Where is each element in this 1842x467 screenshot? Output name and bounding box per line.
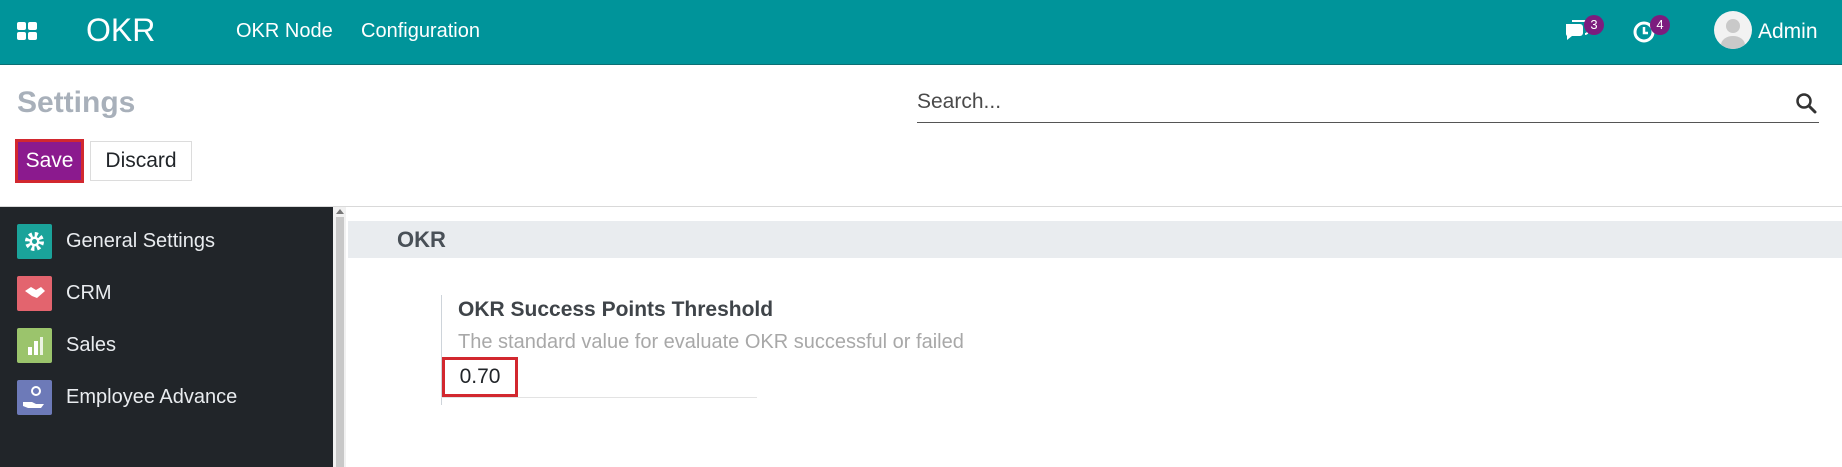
menu-configuration[interactable]: Configuration [361, 20, 480, 43]
sidebar-item-general-settings[interactable]: General Settings [0, 216, 333, 268]
top-navbar: OKR OKR Node Configuration 3 4 Admin [0, 0, 1842, 65]
app-brand[interactable]: OKR [86, 12, 155, 49]
sales-chart-icon [17, 328, 52, 363]
search-input[interactable] [917, 88, 1767, 116]
user-name[interactable]: Admin [1758, 20, 1818, 44]
menu-okr-node[interactable]: OKR Node [236, 20, 333, 43]
setting-description: The standard value for evaluate OKR succ… [458, 331, 964, 353]
sidebar-item-label: CRM [66, 282, 112, 304]
search-icon[interactable] [1795, 92, 1817, 114]
setting-title: OKR Success Points Threshold [458, 298, 774, 321]
sidebar-item-employee-advance[interactable]: Employee Advance [0, 372, 333, 424]
hand-coin-icon [17, 380, 52, 415]
page-title: Settings [17, 86, 136, 119]
apps-menu-icon[interactable] [17, 22, 37, 40]
content-scrollbar[interactable] [333, 207, 346, 467]
okr-section-header: OKR [348, 221, 1842, 258]
scroll-up-arrow-icon[interactable] [336, 209, 344, 214]
section-title: OKR [397, 227, 446, 252]
handshake-icon [17, 276, 52, 311]
setting-divider [441, 397, 757, 398]
sidebar-item-label: General Settings [66, 230, 215, 252]
sidebar-item-label: Sales [66, 334, 117, 356]
discard-button[interactable]: Discard [90, 141, 192, 181]
sidebar-item-sales[interactable]: Sales [0, 320, 333, 372]
sidebar-item-label: Employee Advance [66, 386, 238, 408]
settings-sidebar: General Settings CRM Sales Employee Adva… [0, 207, 333, 467]
search-bar [917, 84, 1819, 123]
save-button[interactable]: Save [15, 139, 84, 183]
threshold-input[interactable]: 0.70 [442, 357, 518, 397]
messages-badge: 3 [1584, 15, 1604, 35]
user-avatar[interactable] [1714, 11, 1752, 49]
gear-icon [17, 224, 52, 259]
sidebar-item-crm[interactable]: CRM [0, 268, 333, 320]
activities-badge: 4 [1650, 15, 1670, 35]
scroll-thumb[interactable] [336, 217, 344, 467]
